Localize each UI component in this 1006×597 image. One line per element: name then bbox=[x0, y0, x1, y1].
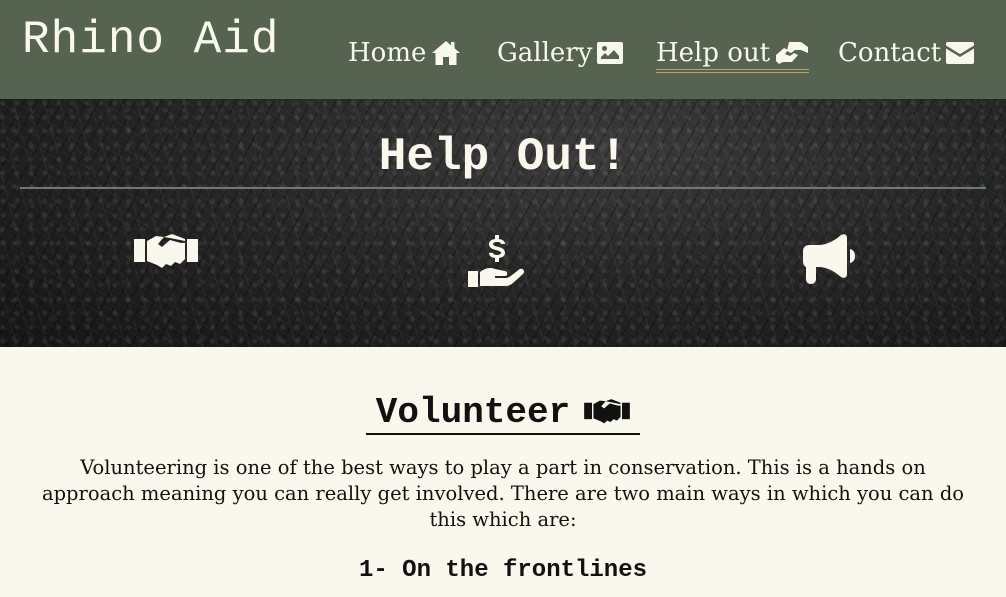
nav-link-label: Gallery bbox=[497, 38, 593, 68]
envelope-icon bbox=[946, 42, 975, 64]
main-content: Volunteer Volunteering is one of the bes… bbox=[0, 347, 1006, 597]
subheading-frontlines: 1- On the frontlines bbox=[358, 557, 648, 584]
handshake-icon bbox=[584, 399, 631, 424]
nav-link-contact[interactable]: Contact bbox=[838, 38, 975, 68]
home-icon bbox=[432, 41, 461, 65]
nav-link-gallery[interactable]: Gallery bbox=[497, 38, 624, 68]
hero-divider bbox=[20, 187, 986, 189]
bullhorn-icon[interactable] bbox=[803, 233, 855, 289]
hands-helping-icon bbox=[776, 42, 809, 64]
page-title: Help Out! bbox=[378, 131, 628, 183]
hand-holding-dollar-icon[interactable] bbox=[468, 235, 526, 291]
site-header: Rhino Aid Home Gallery Help out Contact bbox=[0, 0, 1006, 99]
image-icon bbox=[597, 42, 624, 64]
handshake-icon[interactable] bbox=[134, 231, 198, 277]
volunteer-intro-text: Volunteering is one of the best ways to … bbox=[41, 456, 965, 531]
main-nav: Home Gallery Help out Contact bbox=[0, 38, 1006, 78]
section-heading-volunteer: Volunteer bbox=[366, 391, 640, 435]
nav-link-help-out[interactable]: Help out bbox=[656, 38, 810, 73]
hero-banner: Help Out! bbox=[0, 99, 1006, 347]
nav-link-label: Home bbox=[348, 38, 427, 68]
nav-link-label: Help out bbox=[656, 38, 771, 68]
section-heading-label: Volunteer bbox=[375, 391, 571, 433]
nav-link-label: Contact bbox=[838, 38, 942, 68]
nav-link-home[interactable]: Home bbox=[348, 38, 461, 68]
